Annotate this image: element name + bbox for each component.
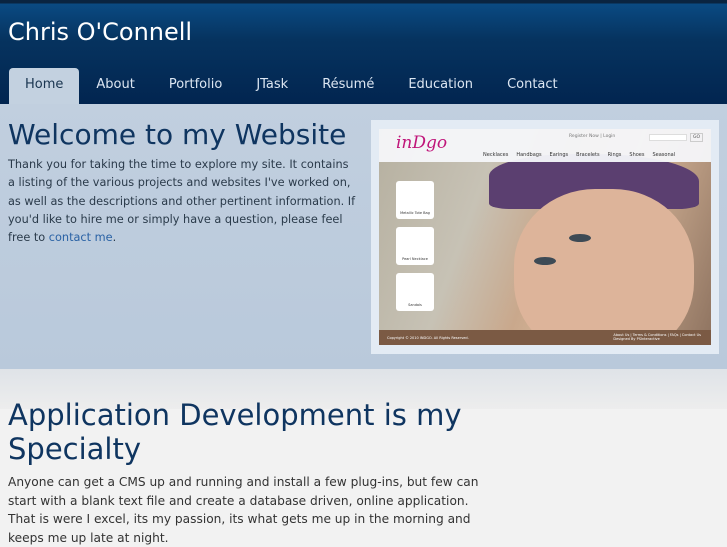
screenshot-go: GO — [689, 133, 703, 142]
menu-item: Earings — [549, 152, 569, 158]
contact-me-link[interactable]: contact me — [49, 231, 113, 244]
eye-shape — [569, 234, 591, 242]
nav-education[interactable]: Education — [391, 68, 490, 104]
welcome-title: Welcome to my Website — [8, 118, 347, 151]
welcome-text: Thank you for taking the time to explore… — [8, 156, 358, 247]
nav-about[interactable]: About — [79, 68, 151, 104]
specialty-title: Application Development is my Specialty — [8, 398, 462, 466]
menu-item: Necklaces — [483, 152, 509, 158]
nav-resume[interactable]: Résumé — [305, 68, 391, 104]
product-card: Metallic Tote Bag — [396, 181, 434, 219]
nav-jtask[interactable]: JTask — [239, 68, 305, 104]
product-card: Pearl Necklace — [396, 227, 434, 265]
nav-contact[interactable]: Contact — [490, 68, 575, 104]
main-nav: Home About Portfolio JTask Résumé Educat… — [9, 68, 575, 104]
welcome-section: Welcome to my Website Thank you for taki… — [0, 104, 727, 369]
product-card: Sandals — [396, 273, 434, 311]
footer-links: About Us | Terms & Conditions | FAQs | C… — [613, 333, 701, 341]
screenshot-footer: Copyright © 2010 INDGO. All Rights Reser… — [379, 330, 711, 345]
face-shape — [514, 189, 694, 345]
nav-home[interactable]: Home — [9, 68, 80, 104]
menu-item: Rings — [607, 152, 622, 158]
eye-shape — [534, 257, 556, 265]
screenshot-links: Register Now | Login — [569, 134, 616, 139]
site-header: Chris O'Connell Home About Portfolio JTa… — [0, 0, 727, 104]
screenshot-image: inDgo Register Now | Login GO Necklaces … — [379, 129, 711, 345]
designed-by: Designed By PSInteractive — [613, 337, 660, 341]
menu-item: Bracelets — [576, 152, 600, 158]
site-title[interactable]: Chris O'Connell — [8, 18, 192, 46]
menu-item: Seasonal — [652, 152, 676, 158]
nav-portfolio[interactable]: Portfolio — [152, 68, 239, 104]
specialty-text: Anyone can get a CMS up and running and … — [8, 475, 479, 545]
screenshot-search — [649, 134, 687, 141]
portfolio-screenshot[interactable]: inDgo Register Now | Login GO Necklaces … — [371, 120, 719, 354]
menu-item: Shoes — [629, 152, 645, 158]
screenshot-menu: Necklaces Handbags Earings Bracelets Rin… — [483, 152, 675, 158]
period: . — [112, 231, 117, 245]
menu-item: Handbags — [516, 152, 542, 158]
screenshot-logo: inDgo — [396, 133, 448, 153]
